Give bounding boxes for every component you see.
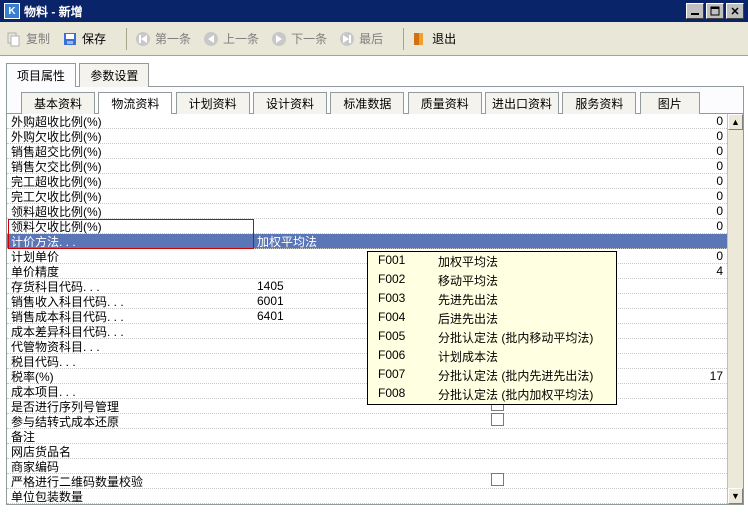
dropdown-code: F002 bbox=[378, 272, 438, 289]
prev-icon bbox=[203, 31, 219, 47]
dropdown-text: 分批认定法 (批内移动平均法) bbox=[438, 329, 593, 346]
checkbox[interactable] bbox=[491, 413, 504, 426]
exit-button[interactable]: 退出 bbox=[412, 30, 456, 47]
checkbox[interactable] bbox=[491, 473, 504, 486]
property-value[interactable]: 0 bbox=[255, 144, 739, 158]
tab-param-settings[interactable]: 参数设置 bbox=[79, 63, 149, 87]
dropdown-text: 后进先出法 bbox=[438, 310, 498, 327]
dropdown-text: 先进先出法 bbox=[438, 291, 498, 308]
last-button[interactable]: 最后 bbox=[339, 30, 383, 47]
exit-icon bbox=[412, 31, 428, 47]
property-value[interactable]: 0 bbox=[255, 189, 739, 203]
dropdown-item[interactable]: F002移动平均法 bbox=[368, 271, 616, 290]
main-tabs: 项目属性 参数设置 bbox=[6, 62, 748, 86]
dropdown-code: F006 bbox=[378, 348, 438, 365]
subtab-logistics[interactable]: 物流资料 bbox=[98, 92, 172, 114]
first-button[interactable]: 第一条 bbox=[135, 30, 191, 47]
property-value[interactable]: 加权平均法 bbox=[255, 233, 739, 250]
dropdown-text: 分批认定法 (批内先进先出法) bbox=[438, 367, 593, 384]
subtab-plan[interactable]: 计划资料 bbox=[176, 92, 250, 114]
dropdown-text: 移动平均法 bbox=[438, 272, 498, 289]
subtab-basic[interactable]: 基本资料 bbox=[21, 92, 95, 114]
toolbar-separator bbox=[403, 28, 404, 50]
property-row[interactable]: 单位包装数量 bbox=[7, 489, 743, 504]
subtab-design[interactable]: 设计资料 bbox=[253, 92, 327, 114]
minimize-button[interactable] bbox=[686, 3, 704, 19]
subtab-image[interactable]: 图片 bbox=[640, 92, 700, 114]
app-icon: K bbox=[4, 3, 20, 19]
dropdown-code: F001 bbox=[378, 253, 438, 270]
maximize-button[interactable] bbox=[706, 3, 724, 19]
subtab-importexport[interactable]: 进出口资料 bbox=[485, 92, 559, 114]
property-value[interactable]: 0 bbox=[255, 204, 739, 218]
save-button[interactable]: 保存 bbox=[62, 30, 106, 47]
subtab-service[interactable]: 服务资料 bbox=[562, 92, 636, 114]
dropdown-text: 计划成本法 bbox=[438, 348, 498, 365]
property-value[interactable]: 0 bbox=[255, 159, 739, 173]
property-value[interactable]: 0 bbox=[255, 129, 739, 143]
dropdown-text: 分批认定法 (批内加权平均法) bbox=[438, 386, 593, 403]
dropdown-item[interactable]: F004后进先出法 bbox=[368, 309, 616, 328]
tab-project-props[interactable]: 项目属性 bbox=[6, 63, 76, 87]
dropdown-code: F003 bbox=[378, 291, 438, 308]
next-button[interactable]: 下一条 bbox=[271, 30, 327, 47]
scroll-down-icon[interactable]: ▼ bbox=[728, 488, 743, 504]
dropdown-code: F007 bbox=[378, 367, 438, 384]
scroll-track[interactable] bbox=[728, 130, 743, 488]
window-title: 物料 - 新增 bbox=[24, 3, 83, 20]
copy-icon bbox=[6, 31, 22, 47]
window-titlebar: K 物料 - 新增 bbox=[0, 0, 748, 22]
vertical-scrollbar[interactable]: ▲ ▼ bbox=[727, 114, 743, 504]
dropdown-item[interactable]: F007分批认定法 (批内先进先出法) bbox=[368, 366, 616, 385]
dropdown-item[interactable]: F005分批认定法 (批内移动平均法) bbox=[368, 328, 616, 347]
last-icon bbox=[339, 31, 355, 47]
dropdown-code: F008 bbox=[378, 386, 438, 403]
dropdown-item[interactable]: F006计划成本法 bbox=[368, 347, 616, 366]
close-button[interactable] bbox=[726, 3, 744, 19]
sub-tabs: 基本资料 物流资料 计划资料 设计资料 标准数据 质量资料 进出口资料 服务资料… bbox=[7, 87, 743, 113]
property-value[interactable]: 0 bbox=[255, 219, 739, 233]
dropdown-item[interactable]: F001加权平均法 bbox=[368, 252, 616, 271]
property-label: 单位包装数量 bbox=[11, 488, 255, 505]
dropdown-item[interactable]: F008分批认定法 (批内加权平均法) bbox=[368, 385, 616, 404]
subtab-quality[interactable]: 质量资料 bbox=[408, 92, 482, 114]
pricing-method-dropdown[interactable]: F001加权平均法F002移动平均法F003先进先出法F004后进先出法F005… bbox=[367, 251, 617, 405]
toolbar: 复制 保存 第一条 上一条 下一条 最后 退出 bbox=[0, 22, 748, 56]
subtab-standard[interactable]: 标准数据 bbox=[330, 92, 404, 114]
scroll-up-icon[interactable]: ▲ bbox=[728, 114, 743, 130]
next-icon bbox=[271, 31, 287, 47]
first-icon bbox=[135, 31, 151, 47]
property-value[interactable]: 0 bbox=[255, 174, 739, 188]
property-value[interactable]: 0 bbox=[255, 114, 739, 128]
copy-button[interactable]: 复制 bbox=[6, 30, 50, 47]
dropdown-text: 加权平均法 bbox=[438, 253, 498, 270]
toolbar-separator bbox=[126, 28, 127, 50]
dropdown-item[interactable]: F003先进先出法 bbox=[368, 290, 616, 309]
dropdown-code: F004 bbox=[378, 310, 438, 327]
prev-button[interactable]: 上一条 bbox=[203, 30, 259, 47]
save-icon bbox=[62, 31, 78, 47]
dropdown-code: F005 bbox=[378, 329, 438, 346]
